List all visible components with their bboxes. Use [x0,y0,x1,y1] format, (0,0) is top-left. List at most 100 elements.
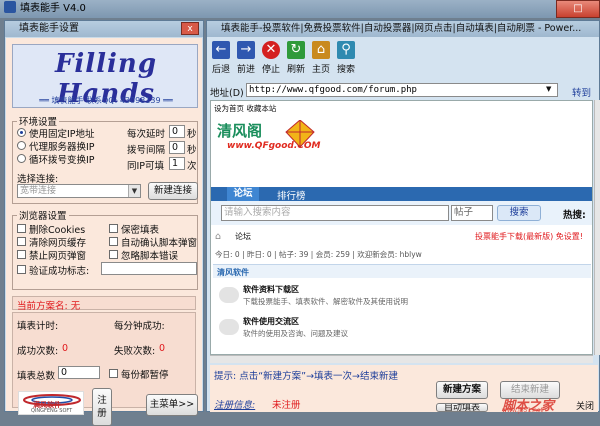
nav-forum[interactable]: 论坛 [227,187,259,201]
proxy-ip-radio[interactable] [17,141,26,150]
new-plan-button[interactable]: 新建方案 [436,381,488,399]
same-ip-input[interactable]: 1 [169,157,185,170]
secret-fill-checkbox[interactable] [109,224,118,233]
clear-cache-checkbox[interactable] [17,237,26,246]
delete-cookies-label: 删除Cookies [29,225,86,236]
hint-text: 提示: 点击“新建方案”→填表一次→结束新建 [214,371,398,382]
delete-cookies-checkbox[interactable] [17,224,26,233]
forward-button[interactable]: → 前进 [235,41,257,79]
nav-ranking[interactable]: 排行榜 [277,188,306,202]
ignore-error-checkbox[interactable] [109,250,118,259]
total-fill-label: 填表总数 [17,371,56,382]
forward-label: 前进 [236,65,255,75]
site-navbar: 论坛 排行榜 [211,187,592,202]
forum-1-desc: 下载投票能手、填表软件、解密软件及其使用说明 [243,297,408,306]
auto-confirm-checkbox[interactable] [109,237,118,246]
connection-value: 宽带连接 [20,186,57,196]
proxy-ip-label: 代理服务器换IP [29,142,95,153]
app-icon [4,1,16,13]
registration-status: 未注册 [272,400,301,411]
ignore-error-label: 忽略脚本错误 [121,251,179,262]
dial-interval-unit: 秒 [187,145,197,156]
address-input[interactable] [246,83,558,97]
top-links[interactable]: 设为首页 收藏本站 [214,103,276,114]
address-bar: 地址(D) ▼ 转到 [210,82,598,99]
dial-interval-label: 拨号间隔 [127,145,166,156]
app-titlebar: 填表能手 V4.0 [0,0,600,18]
site-logo: 清风阁 www.QFgood.COM [215,120,320,165]
auto-fill-button[interactable]: 自动填表 [436,403,488,412]
forum-2-title[interactable]: 软件使用交流区 [243,316,299,327]
current-plan-label: 当前方案名: 无 [17,301,81,312]
stop-label: 停止 [261,65,280,75]
back-button[interactable]: ← 后退 [210,41,232,79]
delay-label: 每次延时 [127,129,166,140]
connect-label: 选择连接: [17,174,59,185]
kite-icon [285,120,315,148]
settings-close-button[interactable]: x [181,22,199,35]
refresh-label: 刷新 [286,65,305,75]
back-arrow-icon: ← [212,41,230,59]
success-count-label: 成功次数: [17,346,59,357]
search-label: 搜索 [336,65,355,75]
address-label: 地址(D) [210,88,244,99]
success-count-value: 0 [62,343,69,354]
same-ip-unit: 次 [187,161,197,172]
delay-input[interactable]: 0 [169,125,185,138]
settings-panel-title: 填表能手设置 [19,23,79,34]
stop-button[interactable]: ✕ 停止 [260,41,282,79]
forum-stats: 今日: 0 | 昨日: 0 | 帖子: 39 | 会员: 259 | 欢迎新会员… [215,250,422,259]
forum-search-type[interactable]: 帖子 [451,205,493,221]
close-button[interactable]: 关闭 [576,399,594,412]
back-label: 后退 [211,65,230,75]
dial-ip-radio[interactable] [17,154,26,163]
breadcrumb[interactable]: 论坛 [235,231,251,242]
per-minute-label: 每分钟成功: [114,321,165,332]
section-title[interactable]: 清风软件 [217,267,249,278]
home-button[interactable]: ⌂ 主页 [310,41,332,79]
section-header: 清风软件 [213,264,591,278]
search-button[interactable]: ⚲ 搜索 [335,41,357,79]
fixed-ip-radio[interactable] [17,128,26,137]
browser-title: 填表能手-投票软件|免费投票软件|自动投票器|网页点击|自动填表|自动刷票 - … [221,23,582,34]
success-flag-label: 验证成功标志: [29,266,90,277]
home-icon: ⌂ [312,41,330,59]
promo-link[interactable]: 投票能手下载(最新版) 免设置! [475,231,583,242]
stop-icon: ✕ [262,41,280,59]
registration-label: 注册信息: [214,400,256,411]
maximize-button[interactable]: □ [556,0,600,18]
action-area: 提示: 点击“新建方案”→填表一次→结束新建 新建方案 结束新建 注册信息: 未… [210,365,598,414]
address-dropdown-icon[interactable]: ▼ [546,85,551,93]
refresh-button[interactable]: ↻ 刷新 [285,41,307,79]
connection-select[interactable]: 宽带连接 ▼ [17,184,141,198]
horizontal-scrollbar[interactable] [210,355,593,363]
browser-titlebar: 填表能手-投票软件|免费投票软件|自动投票器|网页点击|自动填表|自动刷票 - … [207,21,599,37]
web-page-view: 设为首页 收藏本站 清风阁 www.QFgood.COM 论坛 排行榜 请输入搜… [210,100,593,355]
block-popup-label: 禁止网页弹窗 [29,251,87,262]
same-ip-label: 同IP可填 [127,161,165,172]
vertical-scrollbar[interactable] [594,100,600,355]
home-label: 主页 [311,65,330,75]
forum-search-input[interactable]: 请输入搜索内容 [221,205,449,221]
forum-1-title[interactable]: 软件资料下载区 [243,284,299,295]
total-fill-input[interactable]: 0 [58,366,100,379]
fail-count-value: 0 [159,343,166,354]
register-button[interactable]: 注册 [92,388,112,426]
fail-count-label: 失败次数: [114,346,156,357]
app-title: 填表能手 V4.0 [20,3,86,14]
browser-panel: 填表能手-投票软件|免费投票软件|自动投票器|网页点击|自动填表|自动刷票 - … [206,20,600,414]
success-flag-checkbox[interactable] [17,265,26,274]
pause-each-checkbox[interactable] [109,369,118,378]
success-flag-input[interactable] [101,262,197,275]
search-icon: ⚲ [337,41,355,59]
main-menu-button[interactable]: 主菜单>> [146,394,198,416]
dial-interval-input[interactable]: 0 [169,141,185,154]
fill-timer-label: 填表计时: [17,321,59,332]
browser-legend: 浏览器设置 [19,211,67,222]
new-connection-button[interactable]: 新建连接 [148,182,198,200]
go-button[interactable]: 转到 [572,85,591,99]
secret-fill-label: 保密填表 [121,225,160,236]
home-icon[interactable]: ⌂ [215,231,221,242]
block-popup-checkbox[interactable] [17,250,26,259]
forum-search-button[interactable]: 搜索 [497,205,541,221]
